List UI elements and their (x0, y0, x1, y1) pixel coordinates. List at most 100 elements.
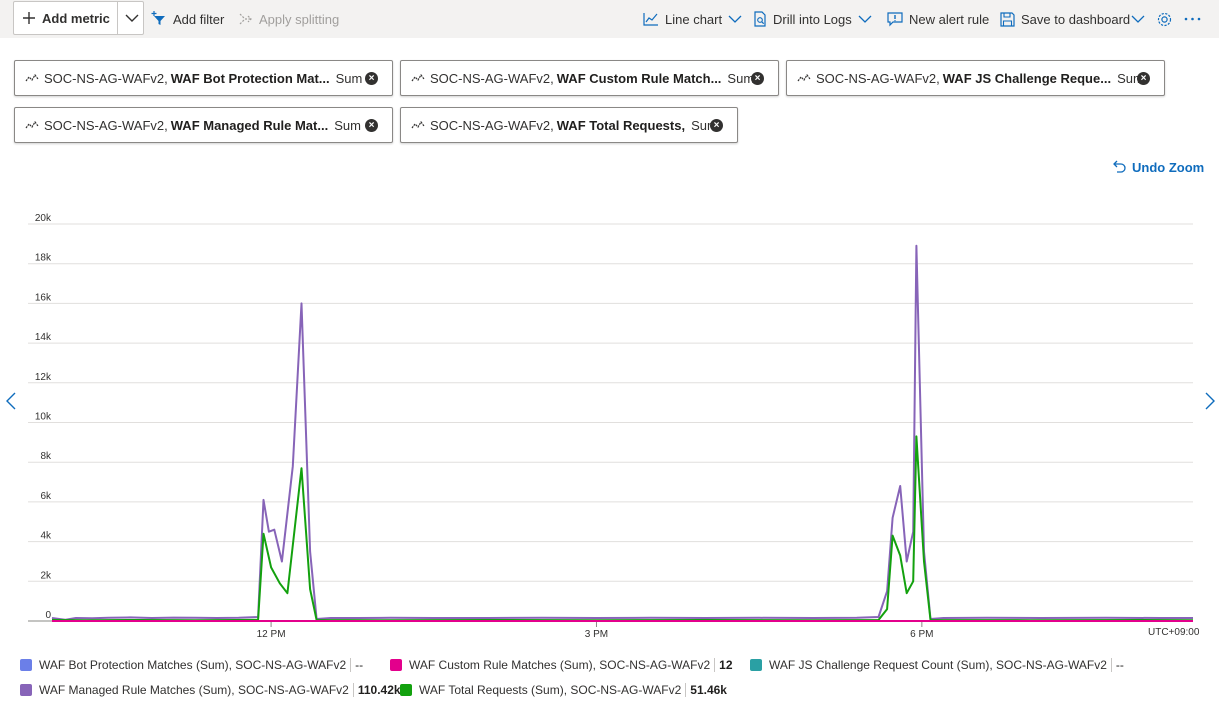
close-icon[interactable]: × (710, 119, 723, 132)
legend-label: WAF Total Requests (Sum), SOC-NS-AG-WAFv… (419, 683, 682, 697)
undo-icon (1113, 160, 1126, 173)
legend-swatch (20, 659, 32, 671)
apply-splitting-button[interactable]: Apply splitting (239, 0, 339, 38)
pill-metric: WAF Total Requests, (556, 117, 686, 133)
pill-aggregation: Sum (335, 70, 363, 86)
drill-into-logs-label: Drill into Logs (773, 11, 852, 27)
sparkline-icon (411, 121, 425, 129)
timezone-label: UTC+09:00 (1148, 627, 1200, 638)
alert-icon (887, 12, 903, 27)
legend-swatch (750, 659, 762, 671)
legend-value: -- (355, 658, 364, 672)
legend-value: -- (1115, 658, 1124, 672)
y-tick-label: 20k (35, 213, 52, 224)
pill-resource: SOC-NS-AG-WAFv2, (44, 117, 168, 133)
pill-metric: WAF JS Challenge Reque... (942, 70, 1112, 86)
x-tick-label: 12 PM (257, 629, 286, 640)
legend-item[interactable]: WAF Total Requests (Sum), SOC-NS-AG-WAFv… (400, 683, 727, 697)
add-filter-button[interactable]: Add filter (151, 0, 224, 38)
chart-series (51, 244, 1194, 622)
pill-resource: SOC-NS-AG-WAFv2, (44, 70, 168, 86)
y-tick-label: 6k (40, 491, 52, 502)
metric-pill-js-challenge[interactable]: SOC-NS-AG-WAFv2, WAF JS Challenge Reque.… (786, 60, 1165, 96)
add-metric-button[interactable]: Add metric (13, 1, 144, 35)
y-axis-labels: 0 2k 4k 6k 8k 10k 12k 14k 16k 18k 20k (35, 213, 52, 621)
pill-metric: WAF Managed Rule Mat... (170, 117, 329, 133)
pill-metric: WAF Custom Rule Match... (556, 70, 722, 86)
settings-button[interactable] (1156, 0, 1179, 38)
close-icon[interactable]: × (1137, 72, 1150, 85)
y-tick-label: 8k (40, 451, 52, 462)
legend-label: WAF Custom Rule Matches (Sum), SOC-NS-AG… (409, 658, 711, 672)
legend-label: WAF Bot Protection Matches (Sum), SOC-NS… (39, 658, 347, 672)
legend-item[interactable]: WAF Custom Rule Matches (Sum), SOC-NS-AG… (390, 658, 733, 672)
save-to-dashboard-label: Save to dashboard (1021, 11, 1131, 27)
y-tick-label: 10k (35, 412, 52, 423)
legend-swatch (400, 684, 412, 696)
chevron-left-icon[interactable] (5, 391, 17, 411)
line-chart-icon (643, 13, 658, 26)
line-chart-button[interactable]: Line chart (643, 0, 748, 38)
save-to-dashboard-button[interactable]: Save to dashboard (1000, 0, 1151, 38)
legend-label: WAF JS Challenge Request Count (Sum), SO… (769, 658, 1107, 672)
legend-item[interactable]: WAF Bot Protection Matches (Sum), SOC-NS… (20, 658, 363, 672)
metric-pill-total-requests[interactable]: SOC-NS-AG-WAFv2, WAF Total Requests, Sum… (400, 107, 738, 143)
new-alert-rule-button[interactable]: New alert rule (887, 0, 989, 38)
chart-grid (28, 223, 1193, 627)
chevron-down-icon (1131, 15, 1145, 23)
x-tick-label: 6 PM (910, 629, 933, 640)
y-tick-label: 12k (35, 372, 52, 383)
legend-swatch (390, 659, 402, 671)
filter-add-icon (151, 11, 165, 25)
y-tick-label: 2k (40, 570, 52, 581)
series-line (51, 244, 1193, 621)
sparkline-icon (411, 74, 425, 82)
save-icon (1000, 11, 1015, 27)
splitting-icon (239, 13, 252, 25)
x-axis-labels: 12 PM 3 PM 6 PM (257, 629, 934, 640)
legend-divider (685, 683, 687, 697)
undo-zoom-button[interactable]: Undo Zoom (1111, 160, 1204, 175)
chevron-down-icon (728, 15, 742, 23)
drill-into-logs-button[interactable]: Drill into Logs (753, 0, 878, 38)
add-metric-label: Add metric (42, 10, 110, 26)
pill-aggregation: Sum (334, 117, 361, 133)
pill-resource: SOC-NS-AG-WAFv2, (430, 70, 554, 86)
close-icon[interactable]: × (751, 72, 764, 85)
metric-pill-managed-rule[interactable]: SOC-NS-AG-WAFv2, WAF Managed Rule Mat...… (14, 107, 393, 143)
legend-divider (352, 683, 354, 697)
legend-value: 51.46k (690, 683, 727, 697)
chevron-right-icon[interactable] (1204, 391, 1216, 411)
y-tick-label: 18k (35, 253, 52, 264)
y-tick-label: 4k (40, 531, 52, 542)
metric-pill-custom-rule[interactable]: SOC-NS-AG-WAFv2, WAF Custom Rule Match..… (400, 60, 779, 96)
add-filter-label: Add filter (173, 11, 225, 27)
logs-icon (754, 11, 766, 27)
more-options-button[interactable] (1184, 0, 1207, 38)
pill-resource: SOC-NS-AG-WAFv2, (430, 117, 554, 133)
metric-pill-bot-protection[interactable]: SOC-NS-AG-WAFv2, WAF Bot Protection Mat.… (14, 60, 393, 96)
sparkline-icon (25, 74, 39, 82)
x-tick-label: 3 PM (585, 629, 608, 640)
legend-item[interactable]: WAF JS Challenge Request Count (Sum), SO… (750, 658, 1124, 672)
pill-resource: SOC-NS-AG-WAFv2, (816, 70, 940, 86)
legend-item[interactable]: WAF Managed Rule Matches (Sum), SOC-NS-A… (20, 683, 401, 697)
legend-value: 110.42k (357, 683, 401, 697)
series-line (51, 435, 1194, 622)
close-icon[interactable]: × (365, 72, 378, 85)
new-alert-rule-label: New alert rule (909, 11, 990, 27)
legend-label: WAF Managed Rule Matches (Sum), SOC-NS-A… (39, 683, 349, 697)
legend-divider (350, 658, 352, 672)
add-metric-main[interactable]: Add metric (14, 2, 117, 34)
close-icon[interactable]: × (365, 119, 378, 132)
y-tick-label: 16k (35, 292, 52, 303)
undo-zoom-label: Undo Zoom (1132, 160, 1205, 175)
pill-metric: WAF Bot Protection Mat... (170, 70, 330, 86)
legend-value: 12 (719, 658, 733, 672)
more-icon (1184, 17, 1201, 21)
add-metric-dropdown[interactable] (117, 2, 145, 34)
gear-icon (1157, 12, 1172, 26)
line-chart-label: Line chart (665, 11, 723, 27)
y-tick-label: 0 (45, 610, 51, 621)
plus-icon (23, 12, 35, 24)
